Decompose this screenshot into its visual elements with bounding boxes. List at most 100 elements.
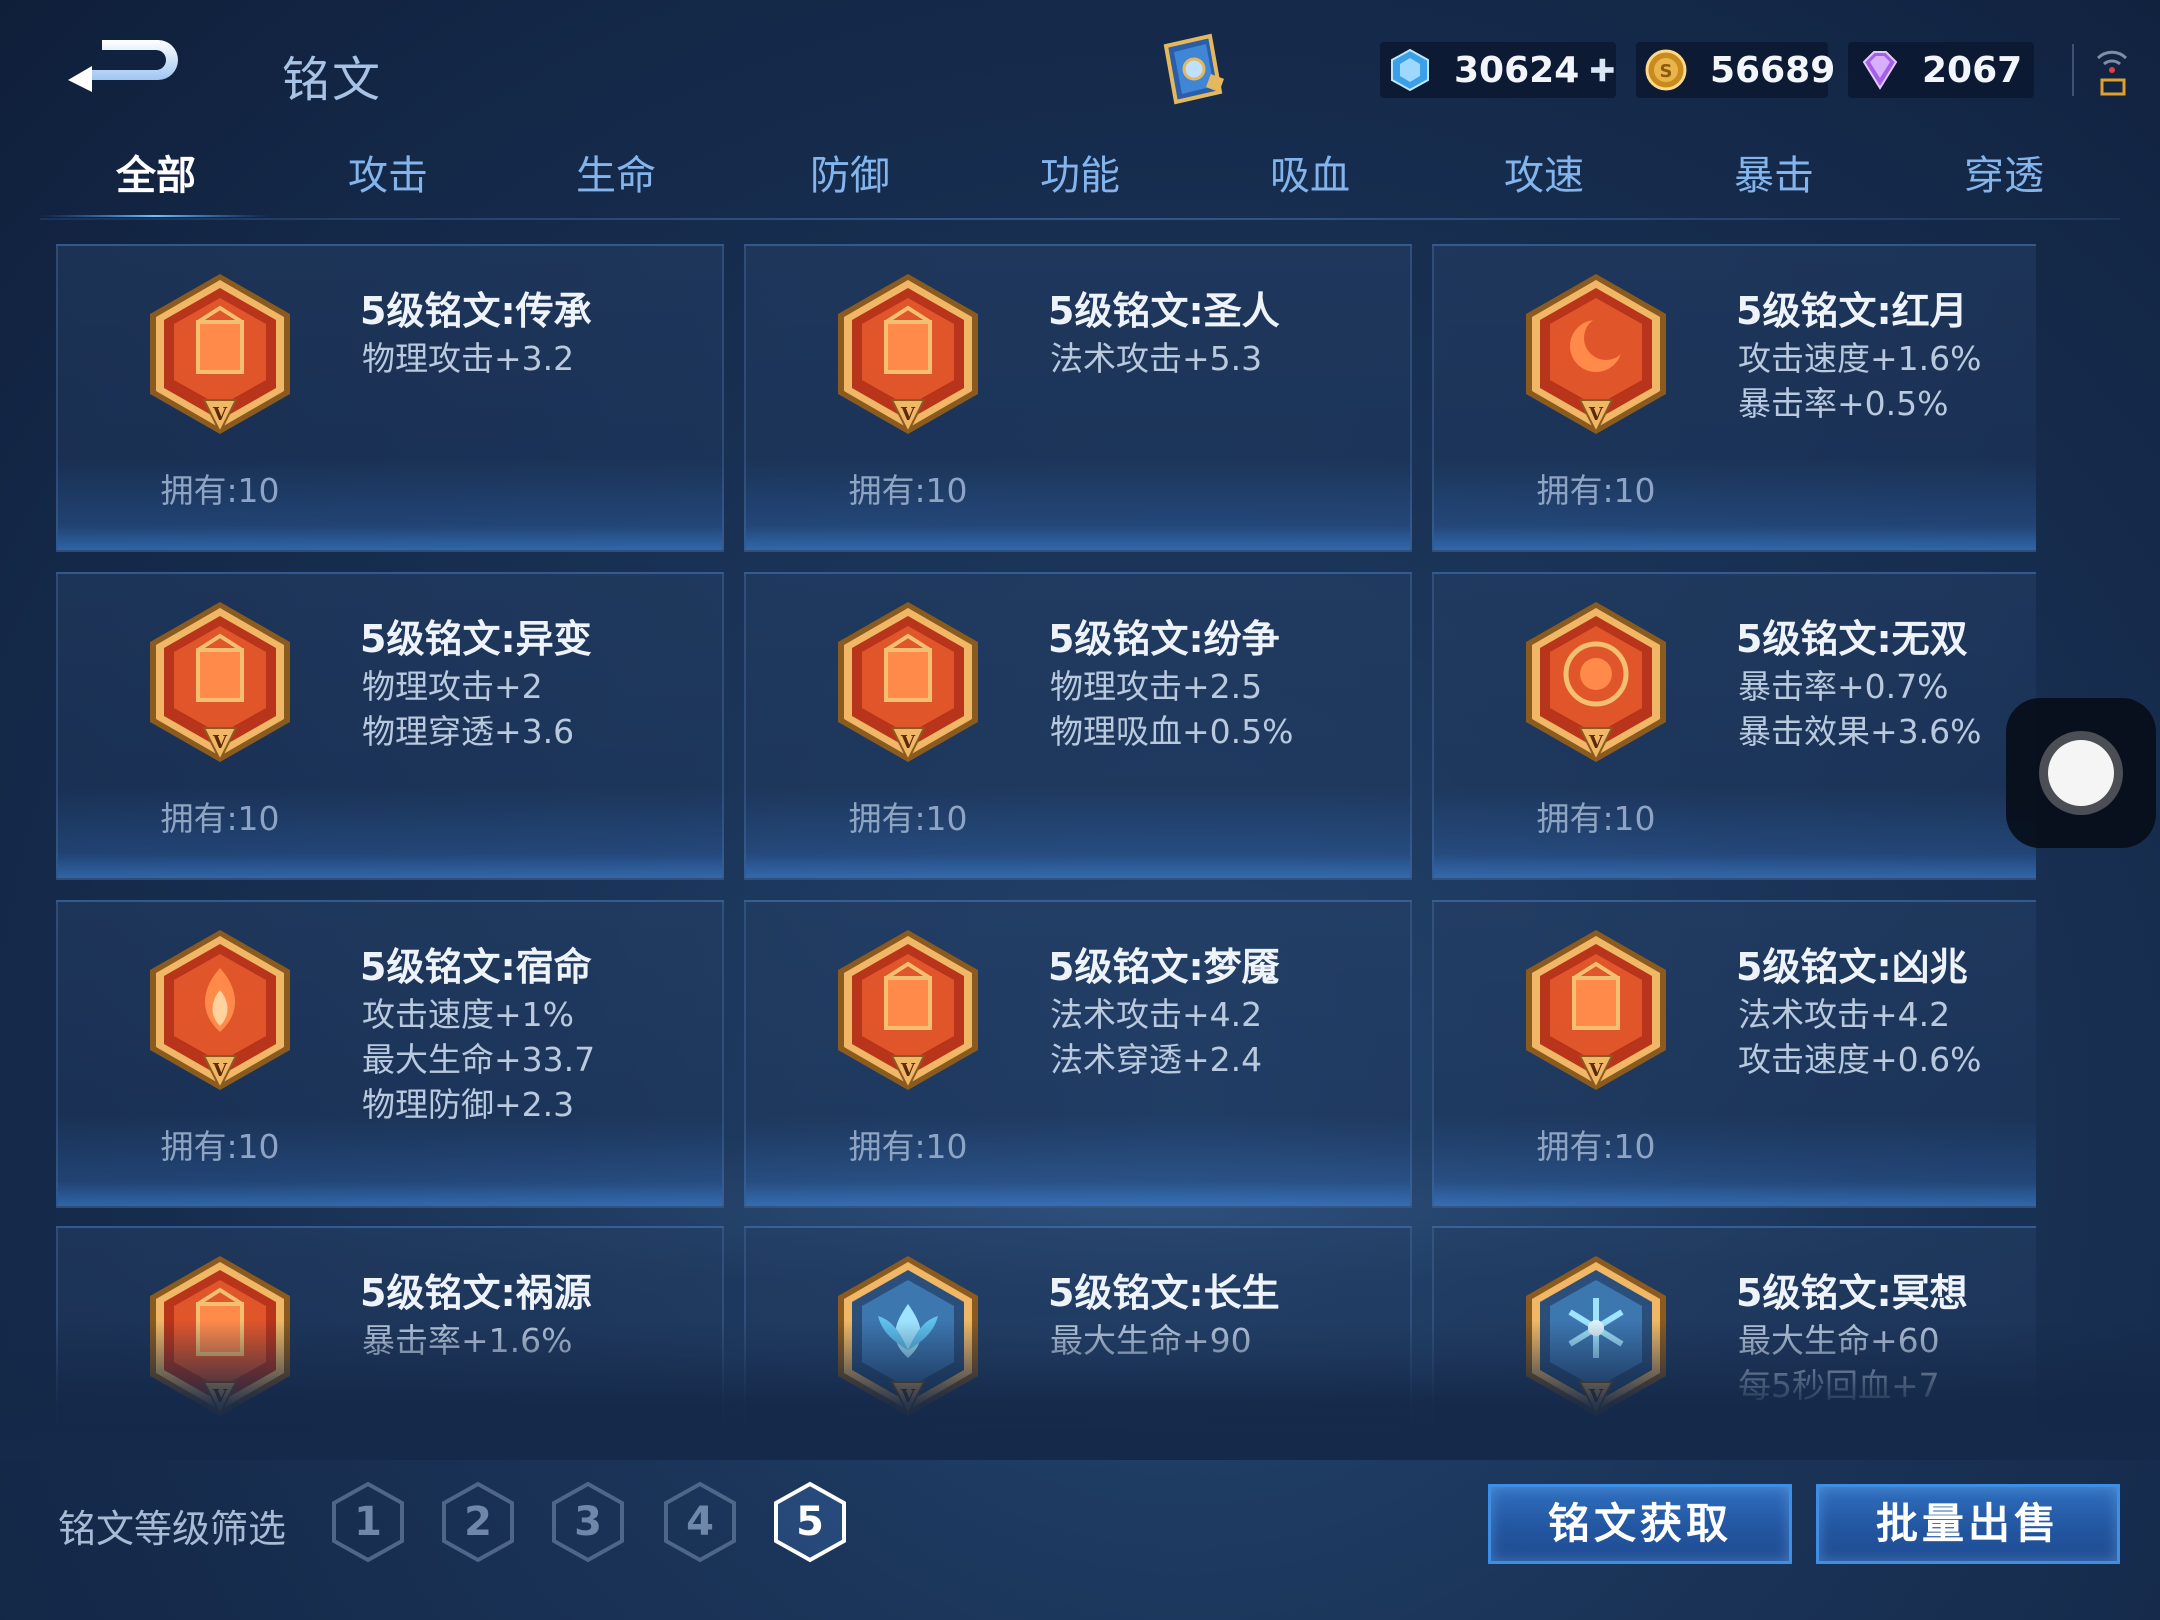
inscription-card[interactable]: V 5级铭文:冥想 最大生命+60 每5秒回血+7 bbox=[1432, 1226, 2036, 1424]
level-filter-4[interactable]: 4 bbox=[662, 1480, 738, 1564]
get-inscription-button[interactable]: 铭文获取 bbox=[1488, 1484, 1792, 1564]
owned-count: 拥有:10 bbox=[160, 1127, 280, 1166]
gold-coin-icon: S bbox=[1645, 49, 1687, 91]
inscription-card[interactable]: V 5级铭文:梦魇 法术攻击+4.2 法术穿透+2.4 拥有:10 bbox=[744, 900, 1412, 1208]
inscription-stats: 物理攻击+3.2 bbox=[362, 336, 574, 381]
tab-attack[interactable]: 攻击 bbox=[308, 140, 468, 212]
svg-text:V: V bbox=[212, 404, 228, 425]
inscription-emblem-icon: V bbox=[1522, 928, 1670, 1098]
owned-count: 拥有:10 bbox=[1536, 799, 1656, 838]
inscription-card[interactable]: V 5级铭文:红月 攻击速度+1.6% 暴击率+0.5% 拥有:10 bbox=[1432, 244, 2036, 552]
owned-count: 拥有:10 bbox=[848, 799, 968, 838]
inscription-stats: 法术攻击+5.3 bbox=[1050, 336, 1262, 381]
inscription-card[interactable]: V 5级铭文:宿命 攻击速度+1% 最大生命+33.7 物理防御+2.3 拥有:10 bbox=[56, 900, 724, 1208]
inscription-card[interactable]: V 5级铭文:纷争物理攻击+2.5 物理吸血+0.5% 拥有:10 bbox=[744, 572, 1412, 880]
inscription-name: 5级铭文:异变 bbox=[360, 617, 592, 661]
tab-all[interactable]: 全部 bbox=[76, 140, 236, 212]
owned-count: 拥有:10 bbox=[1536, 471, 1656, 510]
gem-counter: 2067 bbox=[1848, 42, 2034, 98]
stat-line: 物理防御+2.3 bbox=[362, 1085, 575, 1124]
level-filter-5[interactable]: 5 bbox=[772, 1480, 848, 1564]
inscription-name: 5级铭文:纷争 bbox=[1048, 617, 1280, 661]
stat-line: 攻击速度+1.6% bbox=[1738, 339, 1982, 378]
plus-icon[interactable] bbox=[1589, 51, 1616, 89]
inscription-stats: 最大生命+90 bbox=[1050, 1318, 1252, 1363]
stat-line: 物理攻击+3.2 bbox=[362, 339, 575, 378]
page-title: 铭文 bbox=[282, 52, 383, 108]
stat-line: 攻击速度+1% bbox=[362, 995, 575, 1034]
stat-line: 暴击率+1.6% bbox=[362, 1321, 573, 1360]
svg-text:V: V bbox=[900, 1386, 916, 1407]
assistive-touch-button[interactable] bbox=[2006, 698, 2156, 848]
inscription-emblem-icon: V bbox=[834, 600, 982, 770]
stat-line: 物理攻击+2 bbox=[362, 667, 543, 706]
tab-critical[interactable]: 暴击 bbox=[1694, 140, 1854, 212]
stat-line: 法术攻击+4.2 bbox=[1050, 995, 1263, 1034]
level-filter-1[interactable]: 1 bbox=[330, 1480, 406, 1564]
inscription-name: 5级铭文:红月 bbox=[1736, 289, 1968, 333]
stat-line: 每5秒回血+7 bbox=[1738, 1366, 1940, 1405]
svg-text:V: V bbox=[900, 732, 916, 753]
tab-penetration[interactable]: 穿透 bbox=[1924, 140, 2084, 212]
inscription-card[interactable]: V 5级铭文:传承 物理攻击+3.2 拥有:10 bbox=[56, 244, 724, 552]
inscription-name: 5级铭文:长生 bbox=[1048, 1271, 1280, 1315]
inscription-card[interactable]: V 5级铭文:异变 物理攻击+2 物理穿透+3.6 拥有:10 bbox=[56, 572, 724, 880]
tab-health[interactable]: 生命 bbox=[536, 140, 696, 212]
inscription-emblem-icon: V bbox=[146, 272, 294, 442]
inscription-card[interactable]: V 5级铭文:凶兆 法术攻击+4.2 攻击速度+0.6% 拥有:10 bbox=[1432, 900, 2036, 1208]
tab-attack-speed[interactable]: 攻速 bbox=[1464, 140, 1624, 212]
inscription-emblem-icon: V bbox=[146, 928, 294, 1098]
inscription-emblem-icon: V bbox=[146, 1254, 294, 1424]
inscription-emblem-icon: V bbox=[834, 272, 982, 442]
svg-text:V: V bbox=[212, 1386, 228, 1407]
tab-defense[interactable]: 防御 bbox=[770, 140, 930, 212]
category-tabs: 全部 攻击 生命 防御 功能 吸血 攻速 暴击 穿透 bbox=[40, 140, 2120, 224]
inscription-name: 5级铭文:传承 bbox=[360, 289, 592, 333]
svg-text:V: V bbox=[1588, 1386, 1604, 1407]
stat-line: 法术攻击+4.2 bbox=[1738, 995, 1951, 1034]
bulk-sell-button[interactable]: 批量出售 bbox=[1816, 1484, 2120, 1564]
svg-text:V: V bbox=[1588, 404, 1604, 425]
stat-line: 最大生命+60 bbox=[1738, 1321, 1940, 1360]
stat-line: 最大生命+90 bbox=[1050, 1321, 1252, 1360]
stat-line: 法术穿透+2.4 bbox=[1050, 1040, 1263, 1079]
stat-line: 最大生命+33.7 bbox=[362, 1040, 596, 1079]
top-bar: 铭文 30624 S 56689 2067 bbox=[0, 0, 2160, 140]
stat-line: 物理攻击+2.5 bbox=[1050, 667, 1263, 706]
inscription-stats: 暴击率+1.6% bbox=[362, 1318, 573, 1363]
svg-text:V: V bbox=[212, 1060, 228, 1081]
inscription-stats: 最大生命+60 每5秒回血+7 bbox=[1738, 1318, 1940, 1408]
stat-line: 暴击效果+3.6% bbox=[1738, 712, 1982, 751]
svg-text:S: S bbox=[1660, 61, 1673, 82]
inscription-stats: 攻击速度+1.6% 暴击率+0.5% bbox=[1738, 336, 1982, 426]
tabs-divider bbox=[40, 218, 2120, 220]
inscription-emblem-icon: V bbox=[834, 928, 982, 1098]
svg-text:V: V bbox=[212, 732, 228, 753]
tab-utility[interactable]: 功能 bbox=[1000, 140, 1160, 212]
level-filter-2[interactable]: 2 bbox=[440, 1480, 516, 1564]
inscription-card[interactable]: V 5级铭文:长生最大生命+90 bbox=[744, 1226, 1412, 1424]
inscription-book-icon[interactable] bbox=[1148, 26, 1234, 112]
header-divider bbox=[2072, 44, 2074, 96]
stat-line: 物理穿透+3.6 bbox=[362, 712, 575, 751]
inscription-card[interactable]: V 5级铭文:无双 暴击率+0.7% 暴击效果+3.6% 拥有:10 bbox=[1432, 572, 2036, 880]
owned-count: 拥有:10 bbox=[848, 1127, 968, 1166]
inscription-card[interactable]: V 5级铭文:祸源 暴击率+1.6% bbox=[56, 1226, 724, 1424]
inscription-emblem-icon: V bbox=[1522, 272, 1670, 442]
inscription-stats: 物理攻击+2.5 物理吸血+0.5% bbox=[1050, 664, 1294, 754]
inscription-emblem-icon: V bbox=[146, 600, 294, 770]
back-button[interactable] bbox=[62, 30, 182, 94]
inscription-name: 5级铭文:无双 bbox=[1736, 617, 1968, 661]
level-number: 1 bbox=[354, 1499, 382, 1545]
svg-text:V: V bbox=[900, 404, 916, 425]
level-filter-3[interactable]: 3 bbox=[550, 1480, 626, 1564]
tab-lifesteal[interactable]: 吸血 bbox=[1230, 140, 1390, 212]
inscription-grid: V 5级铭文:传承物理攻击+3.2 拥有:10 V 5级铭文:圣人 法术攻击+5.3 拥有:… bbox=[56, 244, 2036, 1424]
back-arrow-icon bbox=[68, 40, 178, 92]
assistive-touch-dot bbox=[2048, 740, 2114, 806]
stat-line: 物理吸血+0.5% bbox=[1050, 712, 1294, 751]
stat-line: 法术攻击+5.3 bbox=[1050, 339, 1263, 378]
inscription-stats: 法术攻击+4.2 法术穿透+2.4 bbox=[1050, 992, 1262, 1082]
inscription-card[interactable]: V 5级铭文:圣人 法术攻击+5.3 拥有:10 bbox=[744, 244, 1412, 552]
inscription-stats: 法术攻击+4.2 攻击速度+0.6% bbox=[1738, 992, 1982, 1082]
